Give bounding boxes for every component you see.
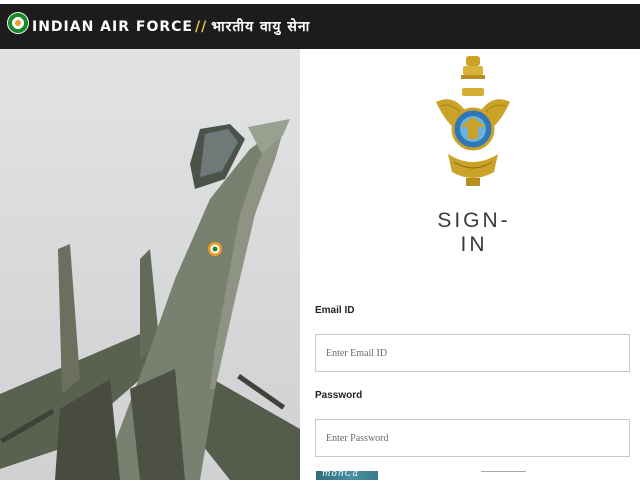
iaf-roundel-icon — [7, 12, 29, 34]
top-header-bar: INDIAN AIR FORCE//भारतीय वायु सेना — [0, 4, 640, 49]
signin-title: SIGN-IN — [437, 209, 511, 256]
brand-title[interactable]: INDIAN AIR FORCE//भारतीय वायु सेना — [32, 17, 310, 36]
captcha-text: mohCa — [322, 471, 360, 479]
email-label: Email ID — [315, 305, 355, 316]
brand-separator: // — [194, 19, 208, 35]
captcha-image: mohCa — [316, 471, 378, 480]
password-field[interactable] — [315, 419, 630, 457]
brand-english: INDIAN AIR FORCE — [32, 19, 193, 35]
iaf-crest-icon — [436, 56, 510, 186]
divider-line — [481, 471, 526, 472]
password-label: Password — [315, 390, 363, 401]
brand-hindi: भारतीय वायु सेना — [211, 19, 311, 35]
email-field[interactable] — [315, 334, 630, 372]
fighter-jet-photo — [0, 49, 300, 480]
